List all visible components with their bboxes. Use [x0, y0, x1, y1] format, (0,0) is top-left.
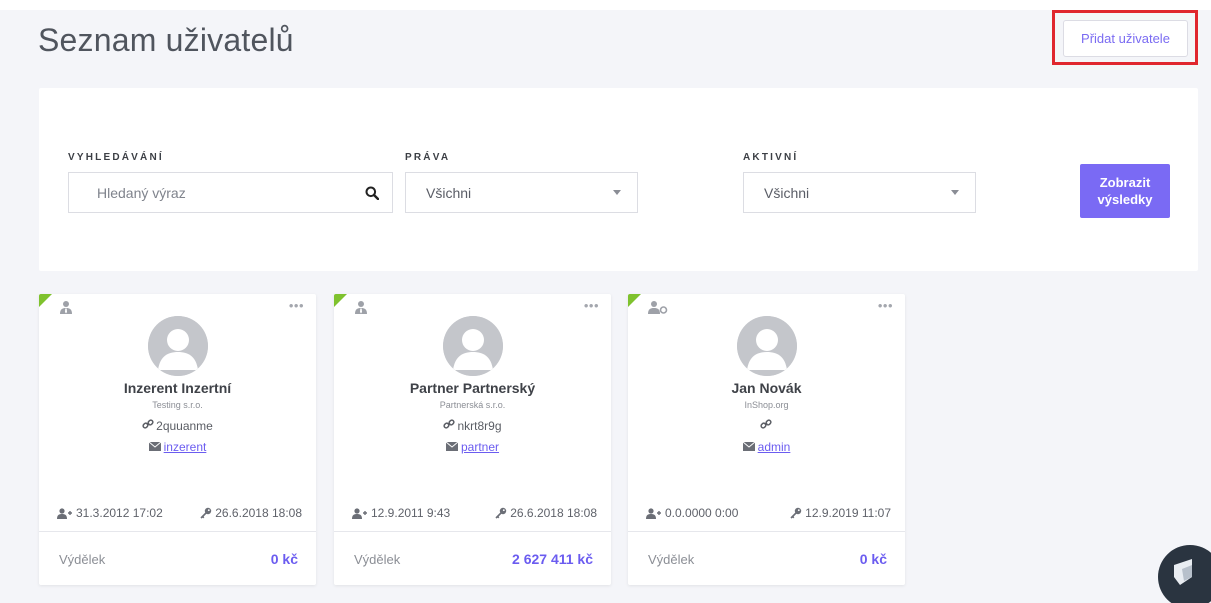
envelope-icon — [742, 440, 755, 454]
user-code-value: nkrt8r9g — [457, 418, 502, 433]
earnings-value: 0 kč — [859, 551, 887, 567]
chat-icon — [1174, 559, 1192, 585]
rights-label: PRÁVA — [405, 152, 451, 163]
user-tie-icon — [354, 300, 368, 319]
user-plus-icon — [57, 507, 72, 519]
user-name: Partner Partnerský — [409, 380, 536, 396]
created-date-value: 0.0.0000 0:00 — [665, 506, 739, 520]
user-login: inzerent — [39, 440, 316, 454]
divider — [39, 531, 316, 532]
earnings-label: Výdělek — [648, 552, 695, 567]
user-card[interactable]: ••• Partner Partnerský Partnerská s.r.o.… — [334, 294, 611, 585]
user-card[interactable]: ••• Inzerent Inzertní Testing s.r.o. 2qu… — [39, 294, 316, 585]
user-company: Testing s.r.o. — [152, 400, 203, 410]
active-select[interactable]: Všichni — [743, 172, 976, 213]
envelope-icon — [148, 440, 161, 454]
more-options-icon[interactable]: ••• — [878, 298, 893, 313]
user-company: InShop.org — [744, 400, 789, 410]
user-name: Jan Novák — [731, 380, 802, 396]
last-login-date: 26.6.2018 18:08 — [495, 506, 597, 520]
user-dates: 0.0.0000 0:00 12.9.2019 11:07 — [646, 506, 891, 520]
user-tie-icon — [59, 300, 73, 319]
user-card[interactable]: ••• Jan Novák InShop.org admin 0.0.0000 … — [628, 294, 905, 585]
user-code: 2quuanme — [39, 418, 316, 433]
avatar — [442, 316, 503, 376]
link-icon — [443, 418, 456, 433]
last-login-date: 12.9.2019 11:07 — [790, 506, 891, 520]
rights-value: Všichni — [426, 184, 472, 201]
user-plus-icon — [352, 507, 367, 519]
envelope-icon — [445, 440, 459, 454]
earnings-label: Výdělek — [354, 552, 401, 567]
earnings-label: Výdělek — [59, 552, 106, 567]
chat-widget-button[interactable] — [1158, 545, 1211, 603]
search-label: VYHLEDÁVÁNÍ — [68, 152, 164, 163]
user-login: admin — [628, 440, 905, 454]
created-date-value: 12.9.2011 9:43 — [371, 506, 451, 520]
key-icon — [200, 507, 212, 519]
page-title: Seznam uživatelů — [38, 22, 294, 58]
divider — [334, 531, 611, 532]
earnings-value: 0 kč — [270, 551, 298, 567]
last-login-value: 26.6.2018 18:08 — [215, 506, 302, 520]
show-results-line2: výsledky — [1097, 192, 1153, 207]
search-icon[interactable] — [352, 186, 392, 200]
rights-select[interactable]: Všichni — [405, 172, 638, 213]
divider — [628, 531, 905, 532]
search-placeholder: Hledaný výraz — [97, 184, 186, 201]
avatar — [147, 316, 208, 376]
user-name: Inzerent Inzertní — [123, 380, 232, 396]
user-admin-icon — [648, 300, 668, 319]
created-date: 0.0.0000 0:00 — [646, 506, 738, 520]
active-label: AKTIVNÍ — [743, 152, 799, 163]
show-results-button[interactable]: Zobrazit výsledky — [1080, 164, 1170, 218]
chevron-down-icon — [613, 190, 621, 195]
link-icon — [759, 418, 772, 433]
filter-panel: VYHLEDÁVÁNÍ Hledaný výraz PRÁVA Všichni … — [39, 88, 1198, 271]
link-icon — [142, 418, 154, 433]
user-login: partner — [334, 440, 611, 454]
top-strip — [0, 0, 1211, 10]
user-code — [628, 418, 905, 433]
active-indicator — [39, 294, 52, 307]
avatar — [736, 316, 797, 376]
show-results-line1: Zobrazit — [1099, 175, 1151, 190]
last-login-value: 26.6.2018 18:08 — [510, 506, 597, 520]
more-options-icon[interactable]: ••• — [584, 298, 599, 313]
active-value: Všichni — [764, 184, 810, 201]
created-date-value: 31.3.2012 17:02 — [76, 506, 163, 520]
key-icon — [790, 507, 802, 519]
active-indicator — [334, 294, 347, 307]
last-login-date: 26.6.2018 18:08 — [200, 506, 302, 520]
user-login-link[interactable]: inzerent — [164, 440, 207, 454]
user-code: nkrt8r9g — [334, 418, 611, 433]
user-dates: 12.9.2011 9:43 26.6.2018 18:08 — [352, 506, 597, 520]
user-company: Partnerská s.r.o. — [439, 400, 506, 410]
last-login-value: 12.9.2019 11:07 — [805, 506, 891, 520]
add-user-button[interactable]: Přidat uživatele — [1063, 20, 1188, 57]
more-options-icon[interactable]: ••• — [289, 298, 304, 313]
created-date: 12.9.2011 9:43 — [352, 506, 450, 520]
user-dates: 31.3.2012 17:02 26.6.2018 18:08 — [57, 506, 302, 520]
user-login-link[interactable]: admin — [758, 440, 791, 454]
chevron-down-icon — [951, 190, 959, 195]
search-input[interactable]: Hledaný výraz — [68, 172, 393, 213]
user-login-link[interactable]: partner — [461, 440, 499, 454]
active-indicator — [628, 294, 641, 307]
user-plus-icon — [646, 507, 661, 519]
user-code-value: 2quuanme — [156, 418, 213, 433]
earnings-value: 2 627 411 kč — [512, 551, 593, 567]
key-icon — [495, 507, 507, 519]
created-date: 31.3.2012 17:02 — [57, 506, 163, 520]
